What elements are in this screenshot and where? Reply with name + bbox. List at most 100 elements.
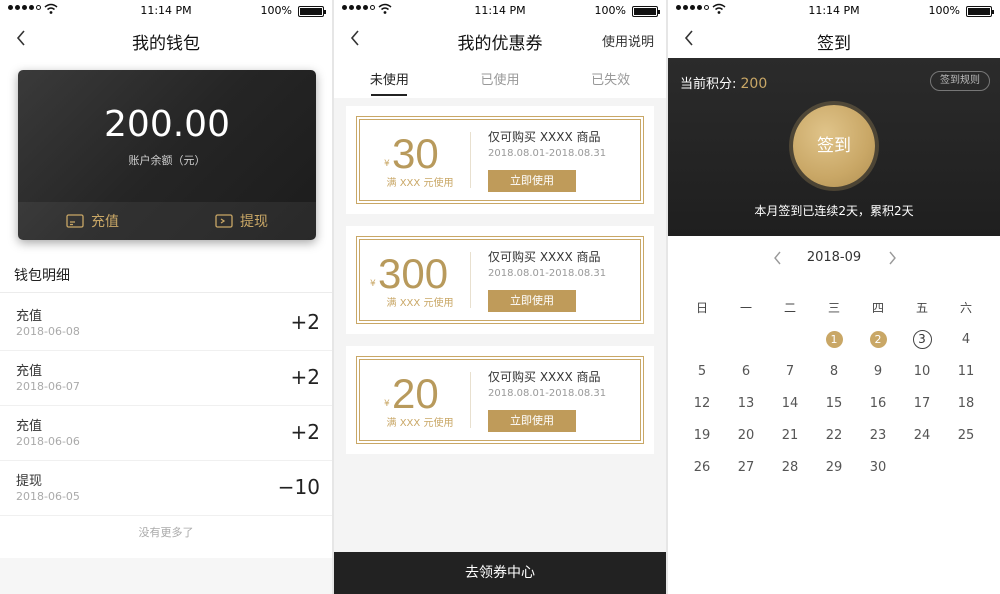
status-bar: 11:14 PM 100% (0, 0, 332, 22)
use-now-button[interactable]: 立即使用 (488, 290, 576, 312)
calendar-day[interactable]: 1 (812, 328, 856, 360)
day-number: 27 (737, 460, 755, 475)
calendar-day[interactable]: 23 (856, 424, 900, 456)
battery-icon (966, 6, 994, 17)
calendar-week: 1 2 3 4 (680, 328, 988, 360)
calendar-day[interactable]: 28 (768, 456, 812, 488)
divider (0, 292, 332, 293)
weekday-label: 六 (959, 301, 972, 315)
calendar-day[interactable]: 5 (680, 360, 724, 392)
withdraw-icon (215, 214, 233, 228)
coupon-description: 仅可购买 XXXX 商品 (488, 370, 601, 384)
coupon-tabs: 未使用 已使用 已失效 (334, 56, 666, 98)
calendar-day[interactable]: 10 (900, 360, 944, 392)
calendar-day[interactable]: 19 (680, 424, 724, 456)
tab-used[interactable]: 已使用 (445, 56, 556, 98)
coupon-date-range: 2018.08.01-2018.08.31 (488, 268, 607, 279)
calendar: 日一二三四五六 1 2 3 4 5 6 7 8 9 10 11 12 13 14 15 16 17 18 19 20 2… (680, 296, 988, 488)
calendar-day[interactable]: 11 (944, 360, 988, 392)
calendar-day[interactable]: 21 (768, 424, 812, 456)
coupon-date-range: 2018.08.01-2018.08.31 (488, 148, 607, 159)
calendar-day[interactable]: 8 (812, 360, 856, 392)
coupon-card: ¥ 20 满 XXX 元使用 仅可购买 XXXX 商品 2018.08.01-2… (346, 346, 654, 454)
use-now-button[interactable]: 立即使用 (488, 170, 576, 192)
calendar-day[interactable]: 12 (680, 392, 724, 424)
points-label: 当前积分: (680, 77, 741, 92)
weekday-label: 二 (783, 301, 796, 315)
no-more-text: 没有更多了 (138, 526, 194, 539)
coupon-condition: 满 XXX 元使用 (386, 298, 454, 309)
calendar-day[interactable]: 25 (944, 424, 988, 456)
weekday-label: 一 (739, 301, 752, 315)
coupon-description: 仅可购买 XXXX 商品 (488, 250, 601, 264)
calendar-day[interactable]: 3 (900, 328, 944, 360)
coupon-description: 仅可购买 XXXX 商品 (488, 130, 601, 144)
transaction-row[interactable]: 提现 2018-06-05 −10 (0, 461, 332, 516)
signin-button[interactable]: 签到 (793, 105, 875, 187)
transaction-row[interactable]: 充值 2018-06-07 +2 (0, 351, 332, 406)
chevron-right-icon[interactable] (882, 248, 902, 268)
coupons-screen: 11:14 PM 100% 我的优惠券 使用说明 未使用 已使用 已失效 ¥ 3… (334, 0, 666, 594)
calendar-day[interactable]: 14 (768, 392, 812, 424)
calendar-week: 12 13 14 15 16 17 18 (680, 392, 988, 424)
calendar-day[interactable]: 4 (944, 328, 988, 360)
weekday-label: 三 (827, 301, 840, 315)
coupon-card: ¥ 300 满 XXX 元使用 仅可购买 XXXX 商品 2018.08.01-… (346, 226, 654, 334)
day-number: 25 (957, 428, 975, 443)
tab-expired[interactable]: 已失效 (555, 56, 666, 98)
page-title: 签到 (817, 34, 851, 54)
calendar-day[interactable]: 7 (768, 360, 812, 392)
calendar-day[interactable]: 6 (724, 360, 768, 392)
weekday-header: 日一二三四五六 (680, 296, 988, 328)
calendar-day[interactable]: 9 (856, 360, 900, 392)
transaction-row[interactable]: 充值 2018-06-06 +2 (0, 406, 332, 461)
details-title: 钱包明细 (14, 268, 70, 284)
use-now-button[interactable]: 立即使用 (488, 410, 576, 432)
battery-percent: 100% (928, 4, 960, 17)
coupon-date-range: 2018.08.01-2018.08.31 (488, 388, 607, 399)
calendar-day[interactable]: 24 (900, 424, 944, 456)
bottom-spacer (0, 558, 332, 594)
calendar-day[interactable]: 2 (856, 328, 900, 360)
calendar-day[interactable]: 29 (812, 456, 856, 488)
calendar-day[interactable]: 20 (724, 424, 768, 456)
calendar-week: 26 27 28 29 30 (680, 456, 988, 488)
tab-unused[interactable]: 未使用 (334, 56, 445, 98)
withdraw-button[interactable]: 提现 (167, 202, 316, 240)
transaction-name: 充值 (16, 419, 43, 434)
usage-help-link[interactable]: 使用说明 (602, 31, 654, 50)
calendar-day[interactable]: 16 (856, 392, 900, 424)
balance-card: 200.00 账户余额（元） 充值 提现 (18, 70, 316, 240)
calendar-empty (944, 456, 988, 488)
weekday-label: 五 (915, 301, 928, 315)
battery-percent: 100% (260, 4, 292, 17)
calendar-day[interactable]: 18 (944, 392, 988, 424)
battery-percent: 100% (594, 4, 626, 17)
day-number: 16 (869, 396, 887, 411)
transaction-row[interactable]: 充值 2018-06-08 +2 (0, 296, 332, 351)
calendar-day[interactable]: 27 (724, 456, 768, 488)
calendar-day[interactable]: 26 (680, 456, 724, 488)
transaction-amount: +2 (290, 365, 320, 389)
status-bar: 11:14 PM 100% (334, 0, 666, 22)
nav-bar: 签到 (668, 22, 1000, 56)
recharge-button[interactable]: 充值 (18, 202, 167, 240)
day-number: 7 (785, 364, 795, 379)
calendar-day[interactable]: 30 (856, 456, 900, 488)
signin-rules-button[interactable]: 签到规则 (930, 71, 990, 91)
calendar-day[interactable]: 15 (812, 392, 856, 424)
day-number: 14 (781, 396, 799, 411)
day-number: 13 (737, 396, 755, 411)
calendar-day[interactable]: 17 (900, 392, 944, 424)
day-number: 20 (737, 428, 755, 443)
nav-bar: 我的优惠券 使用说明 (334, 22, 666, 56)
page-title: 我的钱包 (132, 34, 200, 54)
day-number: 23 (869, 428, 887, 443)
calendar-day[interactable]: 22 (812, 424, 856, 456)
day-number: 15 (825, 396, 843, 411)
calendar-empty (680, 328, 724, 360)
day-number: 6 (741, 364, 751, 379)
calendar-day[interactable]: 13 (724, 392, 768, 424)
coupon-center-button[interactable]: 去领券中心 (334, 552, 666, 594)
currency-symbol: ¥ (384, 399, 390, 409)
